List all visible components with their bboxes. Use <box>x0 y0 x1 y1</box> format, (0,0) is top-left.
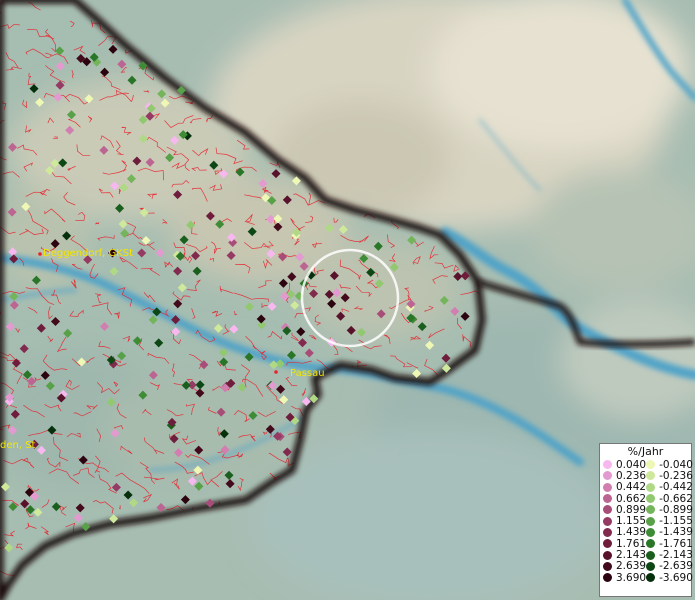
legend-positive-row: 0.899 <box>603 503 647 516</box>
legend-negative-swatch <box>646 539 656 549</box>
place-label-straubing: den, St <box>0 440 36 451</box>
legend-positive-column: 0.040 0.236 0.442 0.662 0.899 1.155 1.439 1.761… <box>603 458 647 584</box>
legend-negative-row: -0.236 <box>646 469 693 482</box>
legend-positive-label: 0.236 <box>616 469 647 482</box>
legend-negative-row: -0.662 <box>646 492 693 505</box>
legend-positive-swatch <box>603 516 612 526</box>
legend-positive-swatch <box>603 471 612 481</box>
legend-positive-row: 0.040 <box>603 458 647 471</box>
legend-negative-label: -2.639 <box>659 560 693 573</box>
legend-negative-swatch <box>646 561 656 571</box>
legend-negative-label: -3.690 <box>659 571 693 584</box>
legend-negative-row: -1.439 <box>646 526 693 539</box>
legend-negative-row: -2.143 <box>646 549 693 562</box>
legend-negative-row: -0.040 <box>646 458 693 471</box>
legend-positive-swatch <box>603 550 612 560</box>
legend-positive-row: 0.662 <box>603 492 647 505</box>
legend-negative-label: -0.662 <box>659 492 693 505</box>
place-straubing: den, St <box>0 440 36 451</box>
legend-negative-swatch <box>646 471 656 481</box>
place-deggendorf: Deggendorf, GKSt <box>38 248 133 259</box>
legend-negative-row: -1.761 <box>646 537 693 550</box>
legend-negative-label: -1.761 <box>659 537 693 550</box>
legend-positive-label: 1.439 <box>616 526 647 539</box>
legend-negative-label: -0.040 <box>659 458 693 471</box>
legend-positive-swatch <box>603 460 612 470</box>
legend-positive-swatch <box>603 494 612 504</box>
legend-positive-label: 0.442 <box>616 481 647 494</box>
legend-negative-swatch <box>646 505 656 515</box>
legend-negative-swatch <box>646 494 656 504</box>
legend-positive-label: 0.899 <box>616 503 647 516</box>
legend-negative-label: -1.439 <box>659 526 693 539</box>
legend-negative-row: -0.899 <box>646 503 693 516</box>
legend-positive-row: 2.639 <box>603 560 647 573</box>
legend-positive-swatch <box>603 573 612 583</box>
legend-positive-label: 0.040 <box>616 458 647 471</box>
legend-negative-label: -0.899 <box>659 503 693 516</box>
legend-positive-swatch <box>603 539 612 549</box>
legend-positive-label: 2.639 <box>616 560 647 573</box>
legend-positive-label: 0.662 <box>616 492 647 505</box>
legend-negative-row: -0.442 <box>646 481 693 494</box>
legend-positive-swatch <box>603 505 612 515</box>
legend-title: %/Jahr <box>627 445 664 458</box>
legend-positive-swatch <box>603 482 612 492</box>
place-label-passau: Passau <box>290 368 325 379</box>
legend-positive-row: 3.690 <box>603 571 647 584</box>
legend-positive-label: 2.143 <box>616 549 647 562</box>
legend-negative-swatch <box>646 460 656 470</box>
place-label-deggendorf: Deggendorf, GKSt <box>43 248 133 259</box>
map-canvas[interactable]: Deggendorf, GKSt Passau den, St <box>0 0 695 600</box>
legend-negative-swatch <box>646 573 656 583</box>
legend-positive-row: 1.761 <box>603 537 647 550</box>
legend-positive-row: 0.236 <box>603 469 647 482</box>
legend-negative-row: -3.690 <box>646 571 693 584</box>
legend-positive-label: 1.155 <box>616 515 647 528</box>
legend-negative-swatch <box>646 482 656 492</box>
legend-negative-label: -2.143 <box>659 549 693 562</box>
legend-positive-row: 2.143 <box>603 549 647 562</box>
legend-negative-column: -0.040 -0.236 -0.442 -0.662 -0.899 -1.155 -1.4… <box>646 458 693 584</box>
legend-negative-row: -2.639 <box>646 560 693 573</box>
legend-negative-label: -0.236 <box>659 469 693 482</box>
legend-positive-label: 1.761 <box>616 537 647 550</box>
legend-positive-row: 1.439 <box>603 526 647 539</box>
legend-negative-swatch <box>646 527 656 537</box>
legend-positive-swatch <box>603 561 612 571</box>
legend-positive-row: 0.442 <box>603 481 647 494</box>
legend-negative-label: -0.442 <box>659 481 693 494</box>
legend-positive-swatch <box>603 527 612 537</box>
legend-positive-label: 3.690 <box>616 571 647 584</box>
legend-negative-row: -1.155 <box>646 515 693 528</box>
color-legend: %/Jahr 0.040 0.236 0.442 0.662 0.899 1.155 1.4… <box>599 443 693 597</box>
legend-negative-label: -1.155 <box>659 515 693 528</box>
legend-negative-swatch <box>646 550 656 560</box>
legend-negative-swatch <box>646 516 656 526</box>
legend-positive-row: 1.155 <box>603 515 647 528</box>
